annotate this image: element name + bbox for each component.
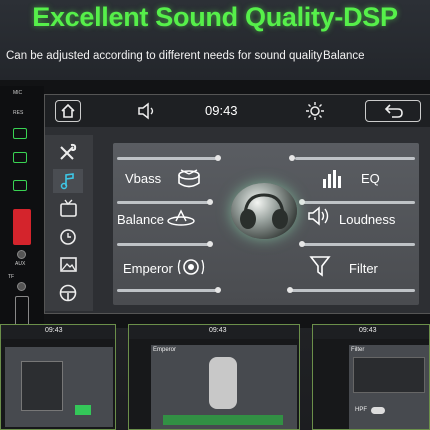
home-icon [61,103,75,118]
balance-marker[interactable] [75,405,91,415]
panel-button-2[interactable] [13,152,27,163]
home-button[interactable] [55,100,81,122]
thumbnail-filter[interactable]: 09:43 Filter HPF [312,324,430,430]
slider-knob[interactable] [207,199,213,205]
thumb-content: Filter HPF [349,345,429,429]
sidebar-item-steering[interactable] [53,281,83,305]
thumb-time: 09:43 [45,327,63,334]
slider-knob[interactable] [215,155,221,161]
tv-icon [60,199,77,217]
thumb-time: 09:43 [209,327,227,334]
top-banner: Excellent Sound Quality-DSP Can be adjus… [0,0,430,80]
filter-label: Filter [349,261,378,276]
slider-knob[interactable] [287,287,293,293]
dsp-panel: Vbass EQ Balance Loudness Emperor Filter [113,143,419,305]
sidebar-item-tools[interactable] [53,141,83,165]
thumbnail-emperor[interactable]: 09:43 Emperor [128,324,300,430]
touch-screen: 09:43 Vbass EQ Balance Loudness Emperor … [44,94,430,314]
subline: Can be adjusted according to different n… [6,50,323,62]
vbass-label: Vbass [125,171,162,186]
tools-icon [60,143,77,160]
slider-low-right[interactable] [303,243,415,246]
slider-knob[interactable] [215,287,221,293]
loudness-icon [308,206,329,226]
res-label: RES [13,110,24,116]
image-icon [60,257,77,272]
filter-title: Filter [351,347,365,353]
headline: Excellent Sound Quality-DSP [32,2,398,32]
loudness-label: Loudness [339,212,396,227]
aux-jack [17,250,26,259]
speaker-icon [177,259,205,275]
clock-time: 09:43 [205,103,238,118]
head-unit: MIC RES AUX TF 09:43 Vbass EQ Balance Lo… [0,80,430,328]
sidebar-item-music[interactable] [53,169,83,193]
balance-tag: Balance [323,50,365,62]
slider-knob[interactable] [289,155,295,161]
slider-knob[interactable] [299,241,305,247]
headphones-sphere [231,183,297,239]
music-icon [60,173,74,190]
sidebar [45,135,93,311]
slider-knob[interactable] [207,241,213,247]
tf-slot [17,282,26,291]
sidebar-item-clock[interactable] [53,225,83,249]
filter-icon [309,256,331,277]
slider-bottom-left[interactable] [117,289,217,292]
speaker-selector-row[interactable] [163,415,283,425]
seat-grid[interactable] [21,361,63,411]
tf-label: TF [8,274,15,280]
volume-icon [138,102,154,120]
volume-button[interactable] [137,102,159,125]
clock-icon [60,229,76,245]
eq-label: EQ [361,171,380,186]
thumbnail-balance[interactable]: 09:43 [0,324,116,430]
emperor-title: Emperor [153,347,177,353]
hpf-toggle[interactable] [371,407,385,414]
status-bar: 09:43 [45,95,430,127]
brightness-icon [306,102,324,120]
balance-icon [167,209,195,226]
filter-curve-area [353,357,425,393]
slider-top-left[interactable] [117,157,217,160]
slider-bottom-right[interactable] [291,289,415,292]
sidebar-item-image[interactable] [53,253,83,277]
panel-button-3[interactable] [13,180,27,191]
headphones-icon [240,193,288,229]
thumb-time: 09:43 [359,327,377,334]
slider-top-right[interactable] [295,157,415,160]
back-button[interactable] [365,100,421,122]
aux-label: AUX [15,261,26,267]
slider-knob[interactable] [299,199,305,205]
panel-button-1[interactable] [13,128,27,139]
brightness-button[interactable] [305,101,325,126]
eq-icon [323,170,341,188]
thumb-content: Emperor [151,345,297,429]
hpf-label: HPF [355,407,367,413]
front-panel: MIC RES AUX TF [0,86,44,328]
car-top-view [209,357,237,409]
back-icon [384,104,403,118]
drum-icon [178,169,200,188]
mic-label: MIC [13,90,23,96]
slider-mid-left[interactable] [117,201,209,204]
steering-wheel-icon [59,284,77,302]
usb-port-red [13,209,31,245]
slider-low-left[interactable] [117,243,209,246]
thumb-content [5,347,113,427]
sidebar-item-tv[interactable] [53,197,83,221]
slider-mid-right[interactable] [303,201,415,204]
balance-label: Balance [117,212,164,227]
emperor-label: Emperor [123,261,173,276]
